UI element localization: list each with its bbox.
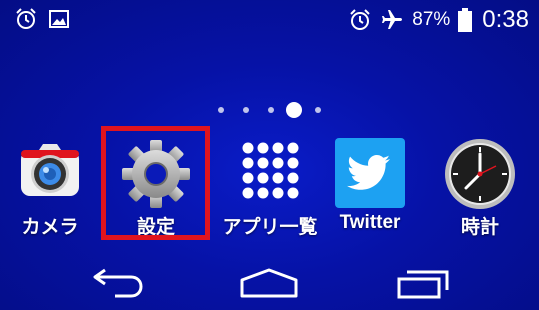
- back-button[interactable]: [74, 255, 164, 310]
- highlight-box: [101, 126, 210, 240]
- app-drawer[interactable]: アプリ一覧: [220, 128, 320, 238]
- clock-icon: [445, 139, 515, 209]
- status-clock: 0:38: [482, 6, 529, 33]
- page-indicator: [0, 100, 539, 120]
- status-bar: 87% 0:38: [0, 0, 539, 40]
- image-notification-icon: [49, 10, 69, 28]
- page-dot[interactable]: [243, 107, 249, 113]
- app-drawer-icon: [242, 142, 299, 199]
- app-camera[interactable]: カメラ: [0, 128, 100, 238]
- app-label: 時計: [460, 217, 499, 238]
- app-label: Twitter: [339, 212, 401, 233]
- camera-icon: [21, 144, 79, 196]
- recent-apps-button[interactable]: [378, 255, 468, 310]
- recent-apps-icon: [397, 270, 449, 298]
- app-label: カメラ: [21, 217, 79, 238]
- navigation-bar: [0, 255, 539, 310]
- battery-icon: [458, 8, 473, 32]
- app-clock[interactable]: 時計: [430, 128, 530, 238]
- battery-percent: 87%: [412, 9, 451, 30]
- page-dot[interactable]: [315, 107, 321, 113]
- airplane-mode-icon: [382, 10, 403, 29]
- back-icon: [93, 268, 143, 297]
- alarm-icon: [350, 9, 370, 30]
- home-icon: [240, 268, 298, 297]
- page-dot-active[interactable]: [286, 102, 302, 118]
- app-twitter[interactable]: Twitter: [320, 128, 420, 238]
- app-label: アプリ一覧: [222, 217, 318, 238]
- page-dot[interactable]: [268, 107, 274, 113]
- home-button[interactable]: [224, 255, 314, 310]
- page-dot[interactable]: [218, 107, 224, 113]
- twitter-bird-icon: [335, 138, 405, 208]
- alarm-icon: [16, 8, 36, 29]
